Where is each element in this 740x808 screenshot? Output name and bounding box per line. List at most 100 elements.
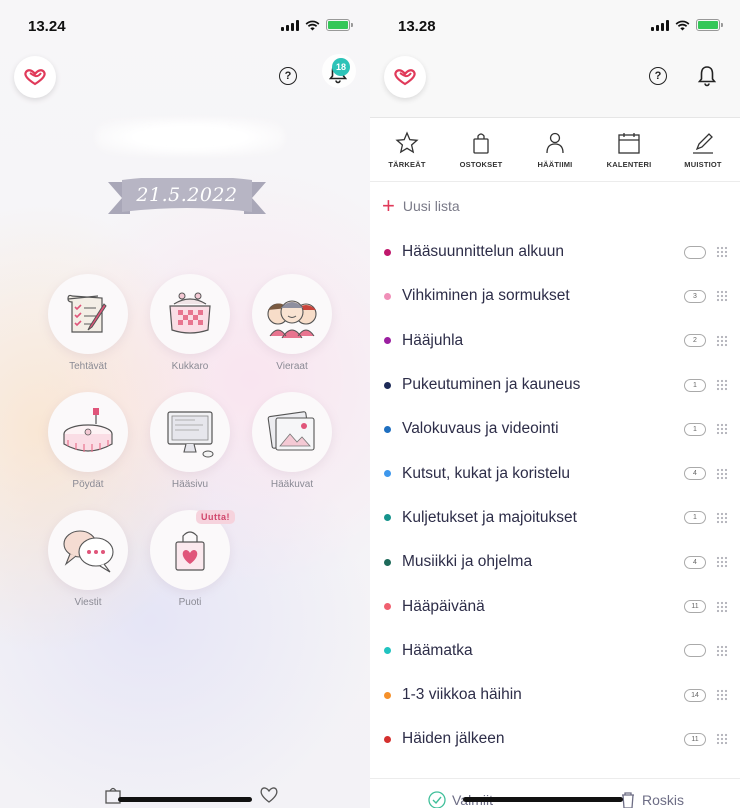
- tab-notes[interactable]: MUISTIOT: [666, 118, 740, 181]
- heart-icon[interactable]: [258, 786, 280, 804]
- list-count-badge: 1: [684, 378, 706, 392]
- list-color-dot: [384, 470, 391, 478]
- app-logo-button[interactable]: [384, 56, 426, 98]
- list-count-badge: [684, 644, 706, 658]
- tile-wallet[interactable]: Kukkaro: [150, 274, 230, 372]
- list-color-dot: [384, 558, 391, 566]
- list-count-badge: 1: [684, 511, 706, 525]
- status-time: 13.28: [398, 18, 436, 35]
- list-name: Vihkiminen ja sormukset: [402, 287, 570, 305]
- tab-important[interactable]: TÄRKEÄT: [370, 118, 444, 181]
- check-circle-icon: [428, 791, 446, 808]
- list-color-dot: [384, 514, 391, 522]
- tile-label: Pöydät: [72, 479, 104, 490]
- tab-label: MUISTIOT: [684, 160, 722, 169]
- list-name: Hääpäivänä: [402, 597, 485, 615]
- list-count-badge: 4: [684, 467, 706, 481]
- list-item[interactable]: Häämatka: [370, 629, 740, 673]
- tile-wedding-photos[interactable]: Hääkuvat: [252, 392, 332, 490]
- list-item[interactable]: Valokuvaus ja videointi 1: [370, 407, 740, 451]
- trash-button[interactable]: Roskis: [620, 791, 684, 808]
- list-item[interactable]: Hääpäivänä 11: [370, 584, 740, 628]
- list-item[interactable]: Häiden jälkeen 11: [370, 717, 740, 761]
- list-item[interactable]: Hääjuhla 2: [370, 319, 740, 363]
- tile-wedding-site[interactable]: Hääsivu: [150, 392, 230, 490]
- list-name: Kutsut, kukat ja koristelu: [402, 464, 570, 482]
- lists-screen: 13.28 ? TÄRKEÄT OSTOKSET HÄÄTIIMI KALENT…: [370, 0, 740, 808]
- drag-handle-icon[interactable]: [716, 689, 728, 701]
- list-count-badge: 3: [684, 289, 706, 303]
- purse-icon: [169, 292, 211, 334]
- tab-label: OSTOKSET: [459, 160, 503, 169]
- drag-handle-icon[interactable]: [716, 733, 728, 745]
- list-item[interactable]: Vihkiminen ja sormukset 3: [370, 274, 740, 318]
- tab-shopping[interactable]: OSTOKSET: [444, 118, 518, 181]
- tile-shop[interactable]: Puoti: [150, 510, 230, 608]
- app-logo-button[interactable]: [14, 56, 56, 98]
- list-name: Hääjuhla: [402, 331, 464, 349]
- tab-wedding-team[interactable]: HÄÄTIIMI: [518, 118, 592, 181]
- pen-icon: [690, 130, 716, 156]
- new-list-button[interactable]: + Uusi lista: [382, 195, 460, 217]
- list-count-badge: 4: [684, 555, 706, 569]
- list-name: Häämatka: [402, 641, 473, 659]
- list-count-badge: 2: [684, 334, 706, 348]
- list-name: Häiden jälkeen: [402, 730, 505, 748]
- help-button[interactable]: ?: [279, 67, 297, 85]
- list-color-dot: [384, 425, 391, 433]
- drag-handle-icon[interactable]: [716, 423, 728, 435]
- tile-label: Vieraat: [276, 361, 308, 372]
- list-color-dot: [384, 292, 391, 300]
- list-item[interactable]: Pukeutuminen ja kauneus 1: [370, 363, 740, 407]
- drag-handle-icon[interactable]: [716, 379, 728, 391]
- star-icon: [394, 130, 420, 156]
- drag-handle-icon[interactable]: [716, 290, 728, 302]
- tile-label: Puoti: [178, 597, 202, 608]
- list-name: Kuljetukset ja majoitukset: [402, 508, 577, 526]
- list-name: Pukeutuminen ja kauneus: [402, 376, 581, 394]
- list-color-dot: [384, 647, 391, 655]
- tile-messages[interactable]: Viestit: [48, 510, 128, 608]
- drag-handle-icon[interactable]: [716, 645, 728, 657]
- monitor-icon: [167, 411, 214, 458]
- list-item[interactable]: 1-3 viikkoa häihin 14: [370, 673, 740, 717]
- list-name: Musiikki ja ohjelma: [402, 553, 533, 571]
- tile-guests[interactable]: Vieraat: [252, 274, 332, 372]
- task-list-icon: [67, 294, 107, 333]
- photos-icon: [267, 411, 315, 451]
- drag-handle-icon[interactable]: [716, 335, 728, 347]
- bell-icon[interactable]: [697, 65, 717, 87]
- notification-badge: 18: [332, 58, 350, 76]
- trash-label: Roskis: [642, 792, 685, 808]
- home-screen: 13.24 ? 18 21.5.2022 Tehtävät Kukkaro Vi…: [0, 0, 370, 808]
- table-icon: [63, 408, 113, 452]
- list-count-badge: [684, 245, 706, 259]
- drag-handle-icon[interactable]: [716, 246, 728, 258]
- help-button[interactable]: ?: [649, 67, 667, 85]
- list-item[interactable]: Kutsut, kukat ja koristelu 4: [370, 451, 740, 495]
- list-item[interactable]: Musiikki ja ohjelma 4: [370, 540, 740, 584]
- tile-tasks[interactable]: Tehtävät: [48, 274, 128, 372]
- heart-logo-icon: [394, 69, 416, 86]
- chat-bubbles-icon: [63, 530, 114, 573]
- tile-tables[interactable]: Pöydät: [48, 392, 128, 490]
- list-item[interactable]: Hääsuunnittelun alkuun: [370, 230, 740, 274]
- wedding-date: 21.5.2022: [136, 184, 238, 206]
- list-item[interactable]: Kuljetukset ja majoitukset 1: [370, 496, 740, 540]
- tab-calendar[interactable]: KALENTERI: [592, 118, 666, 181]
- drag-handle-icon[interactable]: [716, 468, 728, 480]
- heart-logo-icon: [24, 69, 46, 86]
- list-color-dot: [384, 248, 391, 256]
- shopping-bag-icon: [468, 130, 494, 156]
- drag-handle-icon[interactable]: [716, 512, 728, 524]
- list-color-dot: [384, 603, 391, 611]
- drag-handle-icon[interactable]: [716, 556, 728, 568]
- list-color-dot: [384, 381, 391, 389]
- tile-label: Viestit: [74, 597, 102, 608]
- drag-handle-icon[interactable]: [716, 601, 728, 613]
- status-bar: 13.28: [370, 0, 740, 56]
- home-indicator: [463, 797, 623, 802]
- wifi-icon: [675, 20, 690, 30]
- list-color-dot: [384, 735, 391, 743]
- tab-label: KALENTERI: [606, 160, 652, 169]
